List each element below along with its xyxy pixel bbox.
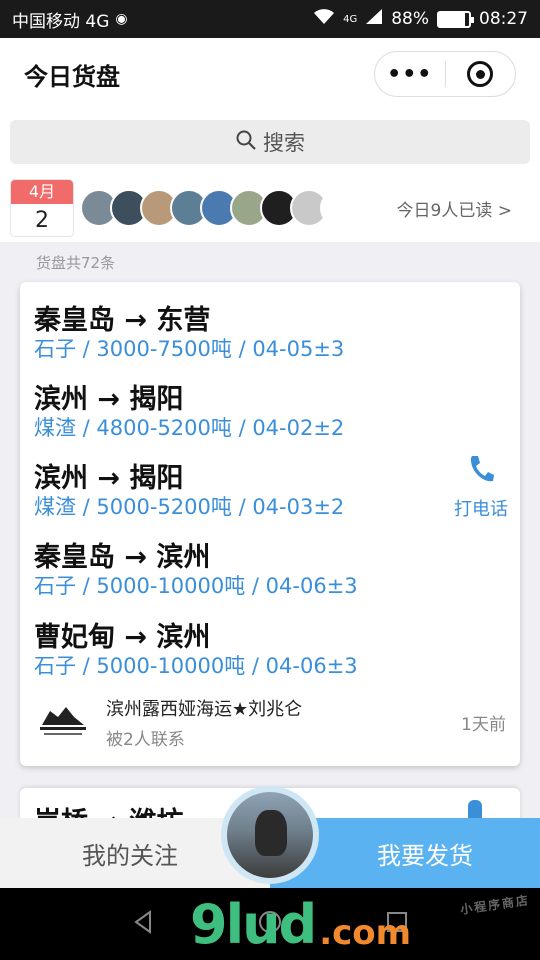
app-header: 今日货盘 ••• <box>0 38 540 110</box>
search-input[interactable]: 搜索 <box>10 120 530 164</box>
miniprogram-capsule: ••• <box>374 51 516 97</box>
company-logo <box>34 702 92 742</box>
route-item: 滨州 → 揭阳 煤渣 / 4800-5200吨 / 04-02±2 <box>34 377 344 442</box>
company-name: 滨州露西娅海运★刘兆仑 <box>106 698 303 720</box>
watermark: 9lud .com 小程序商店 <box>190 888 531 960</box>
route-item: 秦皇岛 → 滨州 石子 / 5000-10000吨 / 04-06±3 <box>34 535 358 600</box>
route-title: 秦皇岛 → 滨州 <box>34 542 211 573</box>
cellular-signal-icon <box>365 8 383 30</box>
route-title: 曹妃甸 → 滨州 <box>34 622 211 653</box>
more-menu-button[interactable]: ••• <box>375 62 445 87</box>
card-footer: 滨州露西娅海运★刘兆仑 被2人联系 1天前 <box>34 694 506 750</box>
calendar-date: 4月 2 <box>10 179 74 237</box>
route-detail: 石子 / 5000-10000吨 / 04-06±3 <box>34 654 358 678</box>
route-title: 滨州 → 揭阳 <box>34 384 184 415</box>
watermark-main: 9lud <box>190 892 317 956</box>
target-icon <box>467 61 494 87</box>
post-time: 1天前 <box>461 714 506 735</box>
signal-ring-icon: ◉ <box>115 11 128 27</box>
status-bar: 中国移动 4G ◉ 4G 88% 08:27 <box>0 0 540 38</box>
call-label: 打电话 <box>454 499 508 520</box>
route-title: 滨州 → 揭阳 <box>34 463 184 494</box>
calendar-day: 2 <box>11 204 73 236</box>
avatar-image <box>227 792 313 878</box>
search-placeholder: 搜索 <box>263 131 305 155</box>
route-item: 曹妃甸 → 滨州 石子 / 5000-10000吨 / 04-06±3 <box>34 615 358 680</box>
battery-percent: 88% <box>391 9 429 29</box>
company-info: 滨州露西娅海运★刘兆仑 被2人联系 <box>106 695 302 750</box>
wifi-icon <box>313 8 335 30</box>
route-item: 滨州 → 揭阳 煤渣 / 5000-5200吨 / 04-03±2 <box>34 456 344 521</box>
ship-goods-label: 我要发货 <box>377 841 473 870</box>
watermark-domain: .com <box>319 913 412 953</box>
status-right: 4G 88% 08:27 <box>313 8 528 30</box>
route-title: 秦皇岛 → 东营 <box>34 305 211 336</box>
close-miniprogram-button[interactable] <box>446 61 516 87</box>
route-detail: 石子 / 5000-10000吨 / 04-06±3 <box>34 574 358 598</box>
route-detail: 石子 / 3000-7500吨 / 04-05±3 <box>34 337 345 361</box>
readers-summary[interactable]: 今日9人已读 > <box>397 196 530 221</box>
listing-card[interactable]: 秦皇岛 → 东营 石子 / 3000-7500吨 / 04-05±3 滨州 → … <box>20 282 520 766</box>
listing-count: 货盘共72条 <box>36 254 116 272</box>
calendar-month: 4月 <box>11 180 73 204</box>
page-title: 今日货盘 <box>24 62 120 91</box>
dog-photo <box>255 810 287 856</box>
reader-avatar <box>320 189 358 227</box>
phone-icon <box>468 454 494 489</box>
contact-count: 被2人联系 <box>106 729 185 750</box>
back-icon[interactable] <box>130 909 156 939</box>
my-follow-label: 我的关注 <box>82 841 178 870</box>
route-detail: 煤渣 / 4800-5200吨 / 04-02±2 <box>34 416 345 440</box>
search-icon <box>235 129 257 156</box>
call-button[interactable]: 打电话 <box>454 454 508 521</box>
readers-row[interactable]: 4月 2 今日9人已读 > <box>0 174 540 242</box>
route-detail: 煤渣 / 5000-5200吨 / 04-03±2 <box>34 495 345 519</box>
carrier-label: 中国移动 4G <box>12 11 110 32</box>
battery-icon <box>437 10 474 28</box>
search-section: 搜索 <box>0 110 540 174</box>
reader-avatars <box>80 189 358 227</box>
network-type: 4G <box>343 13 358 25</box>
route-item: 秦皇岛 → 东营 石子 / 3000-7500吨 / 04-05±3 <box>34 298 344 363</box>
user-avatar[interactable] <box>221 786 319 884</box>
clock: 08:27 <box>479 9 528 29</box>
status-left: 中国移动 4G ◉ <box>12 7 128 32</box>
